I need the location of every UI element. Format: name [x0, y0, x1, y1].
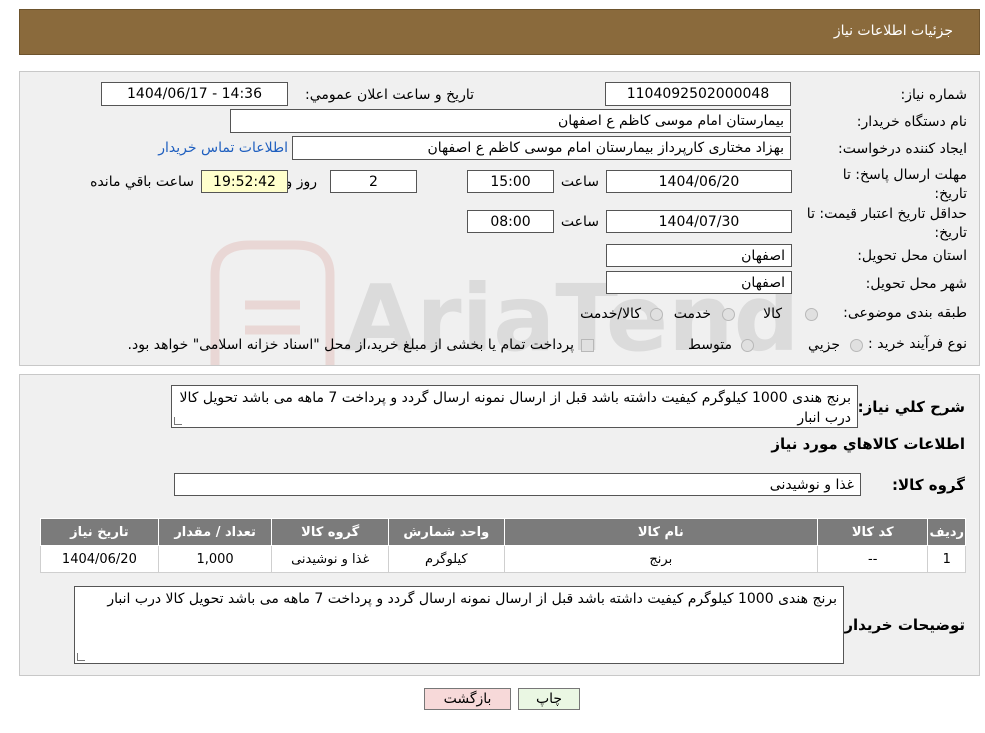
buyer-org-field: بیمارستان امام موسی کاظم ع اصفهان — [230, 109, 791, 133]
province-field: اصفهان — [606, 244, 792, 267]
col-header-name: نام کالا — [503, 518, 818, 546]
process-radio-minor[interactable] — [850, 339, 863, 352]
remaining-time-field: 19:52:42 — [201, 170, 288, 193]
city-label: شهر محل تحویل: — [865, 276, 967, 292]
cell-need-date: 1404/06/20 — [40, 545, 159, 573]
category-option-goods-service: کالا/خدمت — [580, 306, 641, 322]
validity-time-field: 08:00 — [467, 210, 554, 233]
need-number-label: شماره نیاز: — [900, 87, 968, 103]
table-row: 1 -- برنج کیلوگرم غذا و نوشیدنی 1,000 14… — [40, 545, 966, 573]
process-radio-medium[interactable] — [741, 339, 754, 352]
buyer-notes-label: توضیحات خریدار: — [838, 616, 965, 634]
days-label: روز و — [285, 174, 318, 190]
category-option-service: خدمت — [673, 306, 711, 322]
description-text: برنج هندی 1000 کیلوگرم کیفیت داشته باشد … — [179, 390, 851, 426]
process-option-minor: جزيي — [808, 337, 840, 353]
cell-unit: کیلوگرم — [387, 545, 505, 573]
need-number-field: 1104092502000048 — [605, 82, 791, 106]
description-label: شرح کلي نياز: — [857, 398, 965, 416]
cell-group: غذا و نوشیدنی — [271, 545, 389, 573]
description-resize-grip[interactable] — [174, 417, 182, 425]
days-remaining-field: 2 — [330, 170, 417, 193]
description-textarea: برنج هندی 1000 کیلوگرم کیفیت داشته باشد … — [171, 385, 858, 428]
category-label: طبقه بندی موضوعی: — [843, 305, 967, 321]
process-note: پرداخت تمام یا بخشی از مبلغ خرید،از محل … — [127, 337, 574, 353]
category-radio-service[interactable] — [722, 308, 735, 321]
price-validity-label: حداقل تاريخ اعتبار قيمت: تا تاریخ: — [806, 206, 967, 241]
announce-date-field: 1404/06/17 - 14:36 — [101, 82, 288, 106]
process-type-label: نوع فرآیند خرید : — [868, 336, 967, 352]
cell-code: -- — [816, 545, 929, 573]
goods-group-label: گروه کالا: — [892, 476, 965, 494]
process-option-medium: متوسط — [688, 337, 732, 353]
goods-table: رديف کد کالا نام کالا واحد شمارش گروه کا… — [40, 518, 966, 573]
col-header-quantity: تعداد / مقدار — [157, 518, 273, 546]
buyer-notes-resize-grip[interactable] — [77, 653, 85, 661]
cell-quantity: 1,000 — [157, 545, 273, 573]
buyer-notes-textarea: برنج هندی 1000 کیلوگرم کیفیت داشته باشد … — [74, 586, 844, 664]
province-label: استان محل تحویل: — [857, 248, 967, 264]
col-header-need-date: تاریخ نیاز — [40, 518, 159, 546]
city-field: اصفهان — [606, 271, 792, 294]
col-header-unit: واحد شمارش — [387, 518, 505, 546]
category-option-goods: کالا — [763, 306, 782, 322]
cell-row-number: 1 — [927, 545, 966, 573]
validity-date-field: 1404/07/30 — [606, 210, 792, 233]
table-header-row: رديف کد کالا نام کالا واحد شمارش گروه کا… — [40, 518, 966, 546]
cell-name: برنج — [503, 545, 818, 573]
goods-section-title: اطلاعات کالاهاي مورد نياز — [771, 435, 965, 453]
deadline-time-field: 15:00 — [467, 170, 554, 193]
deadline-time-label: ساعت — [560, 174, 599, 190]
announce-date-label: تاریخ و ساعت اعلان عمومي: — [305, 87, 474, 103]
page-title: جزئیات اطلاعات نیاز — [833, 23, 953, 39]
back-button[interactable]: بازگشت — [424, 688, 511, 710]
buyer-org-label: نام دستگاه خريدار: — [856, 114, 967, 130]
treasury-checkbox[interactable] — [581, 339, 594, 352]
page-header: جزئیات اطلاعات نیاز — [19, 9, 980, 55]
category-radio-goods-service[interactable] — [650, 308, 663, 321]
category-radio-goods[interactable] — [805, 308, 818, 321]
deadline-label: مهلت ارسال پاسخ: تا تاریخ: — [842, 167, 967, 202]
buyer-contact-link[interactable]: اطلاعات تماس خریدار — [158, 140, 288, 156]
col-header-code: کد کالا — [816, 518, 929, 546]
buyer-notes-text: برنج هندی 1000 کیلوگرم کیفیت داشته باشد … — [107, 591, 837, 607]
deadline-date-field: 1404/06/20 — [606, 170, 792, 193]
col-header-row-number: رديف — [927, 518, 966, 546]
goods-group-field: غذا و نوشیدنی — [174, 473, 861, 496]
creator-field: بهزاد مختاری کارپرداز بیمارستان امام موس… — [292, 136, 791, 160]
creator-label: ایجاد کننده درخواست: — [838, 141, 967, 157]
validity-time-label: ساعت — [560, 214, 599, 230]
print-button[interactable]: چاپ — [518, 688, 580, 710]
col-header-group: گروه کالا — [271, 518, 389, 546]
remaining-time-label: ساعت باقي مانده — [90, 174, 194, 190]
